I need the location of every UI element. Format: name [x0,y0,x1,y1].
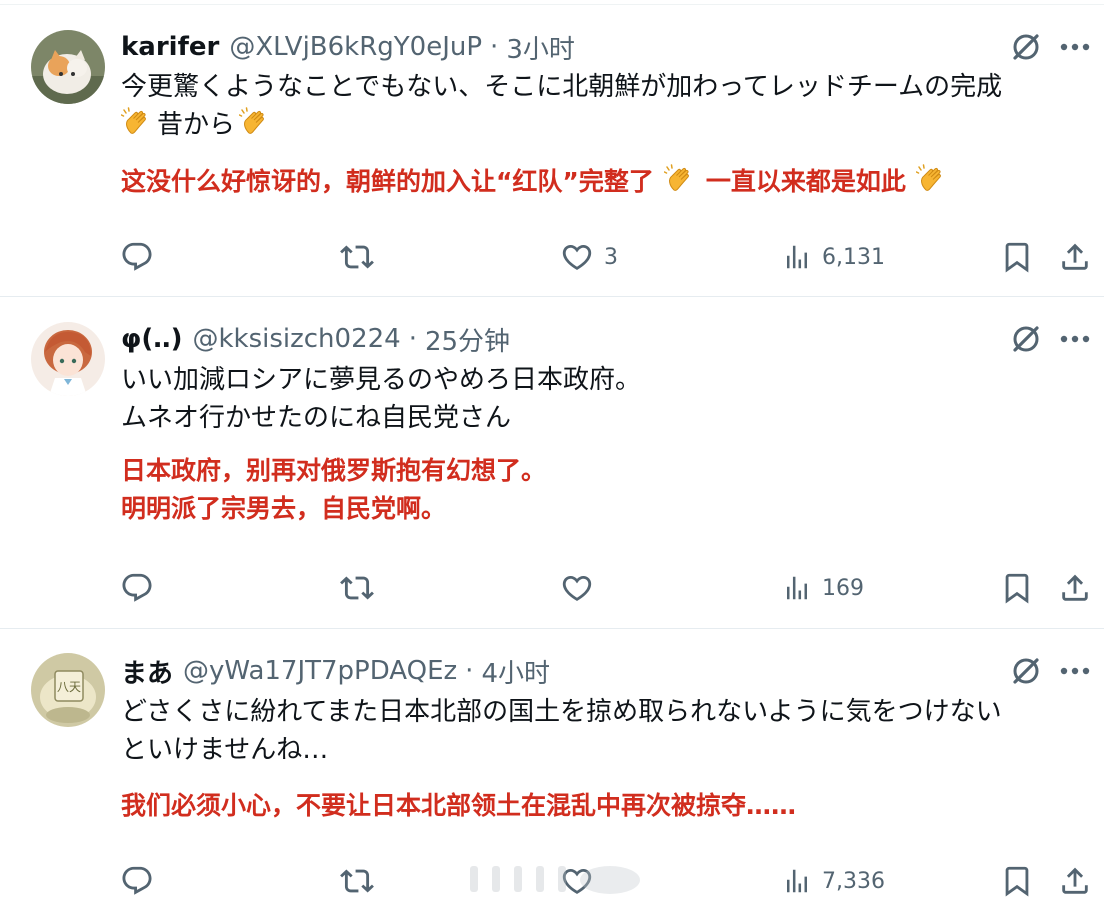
share-button[interactable] [1058,237,1092,277]
tweet-text-line: ムネオ行かせたのにね自民党さん [121,403,512,433]
avatar[interactable] [31,30,105,104]
bookmark-button[interactable] [1000,237,1034,277]
share-icon [1058,240,1092,274]
grok-icon[interactable] [1008,321,1044,357]
retweet-button[interactable] [340,568,374,608]
avatar[interactable]: 八天 [31,653,105,727]
like-count: 3 [604,244,618,270]
reply-button[interactable] [120,568,154,608]
like-icon [560,240,594,274]
translation-text: 日本政府，别再对俄罗斯抱有幻想了。 明明派了宗男去，自民党啊。 [121,456,547,523]
bookmark-button[interactable] [1000,861,1034,901]
retweet-button[interactable] [340,861,374,901]
bookmark-icon [1000,571,1034,605]
share-icon [1058,571,1092,605]
clap-emoji [916,164,948,196]
clap-emoji [239,107,271,139]
clap-emoji [121,107,153,139]
timestamp[interactable]: 3小时 [506,29,575,66]
action-bar: 3 6,131 [0,237,1104,277]
avatar[interactable] [31,322,105,396]
tweet-text: どさくさに紛れてまた日本北部の国土を掠め取られないように気をつけない といけませ… [121,693,1002,769]
tweet-text: いい加減ロシアに夢見るのやめろ日本政府。 ムネオ行かせたのにね自民党さん [121,361,641,437]
tweet-text-line: といけませんね… [121,735,329,765]
like-button[interactable]: 3 [560,237,618,277]
watermark [470,866,640,894]
view-count: 7,336 [822,868,885,894]
like-button[interactable] [560,568,604,608]
tweet-header: まあ @yWa17JT7pPDAQEz · 4小时 [121,651,550,691]
views-icon [782,866,812,896]
translation-text: 我们必须小心，不要让日本北部领土在混乱中再次被掠夺…… [121,791,797,820]
tweet-text: 今更驚くようなことでもない、そこに北朝鮮が加わってレッドチームの完成 昔から [121,68,1002,144]
share-button[interactable] [1058,568,1092,608]
tweet-text-line: 今更驚くようなことでもない、そこに北朝鮮が加わってレッドチームの完成 [121,72,1003,102]
retweet-icon [340,240,374,274]
view-count: 6,131 [822,244,885,270]
tweet-text-line: 昔から [121,106,1002,144]
more-icon[interactable] [1058,661,1092,681]
share-button[interactable] [1058,861,1092,901]
bookmark-icon [1000,240,1034,274]
like-icon [560,571,594,605]
timestamp[interactable]: 25分钟 [425,321,510,358]
tweet-header: karifer @XLVjB6kRgY0eJuP · 3小时 [121,27,575,67]
views-button[interactable]: 6,131 [782,237,885,277]
translation-text: 这没什么好惊讶的，朝鲜的加入让“红队”完整了 一直以来都是如此 [121,163,952,201]
more-icon[interactable] [1058,329,1092,349]
retweet-icon [340,571,374,605]
view-count: 169 [822,575,864,601]
separator-dot: · [490,32,499,62]
display-name[interactable]: karifer [121,32,219,62]
more-icon[interactable] [1058,37,1092,57]
bookmark-icon [1000,864,1034,898]
clap-emoji [664,164,696,196]
timestamp[interactable]: 4小时 [481,653,550,690]
user-handle[interactable]: @yWa17JT7pPDAQEz [183,656,457,686]
tweet-text-line: どさくさに紛れてまた日本北部の国土を掠め取られないように気をつけない [121,697,1002,727]
reply-icon [120,864,154,898]
user-handle[interactable]: @XLVjB6kRgY0eJuP [229,32,482,62]
retweet-icon [340,864,374,898]
tweet-text-line: いい加減ロシアに夢見るのやめろ日本政府。 [121,365,642,395]
reply-tweet[interactable]: φ(‥) @kksisizch0224 · 25分钟 いい加減ロシアに夢見るのや… [0,297,1104,628]
views-icon [782,242,812,272]
reply-button[interactable] [120,861,154,901]
separator-dot: · [465,656,474,686]
views-icon [782,573,812,603]
grok-icon[interactable] [1008,29,1044,65]
grok-icon[interactable] [1008,653,1044,689]
views-button[interactable]: 7,336 [782,861,885,901]
bookmark-button[interactable] [1000,568,1034,608]
display-name[interactable]: まあ [121,653,173,690]
display-name[interactable]: φ(‥) [121,324,182,354]
reply-tweet[interactable]: karifer @XLVjB6kRgY0eJuP · 3小时 今更驚くようなこと… [0,0,1104,296]
user-handle[interactable]: @kksisizch0224 [192,324,400,354]
reply-icon [120,240,154,274]
share-icon [1058,864,1092,898]
views-button[interactable]: 169 [782,568,864,608]
reply-icon [120,571,154,605]
svg-text:八天: 八天 [57,680,81,694]
action-bar: 169 [0,568,1104,608]
reply-button[interactable] [120,237,154,277]
separator-dot: · [408,324,417,354]
retweet-button[interactable] [340,237,374,277]
tweet-header: φ(‥) @kksisizch0224 · 25分钟 [121,319,510,359]
